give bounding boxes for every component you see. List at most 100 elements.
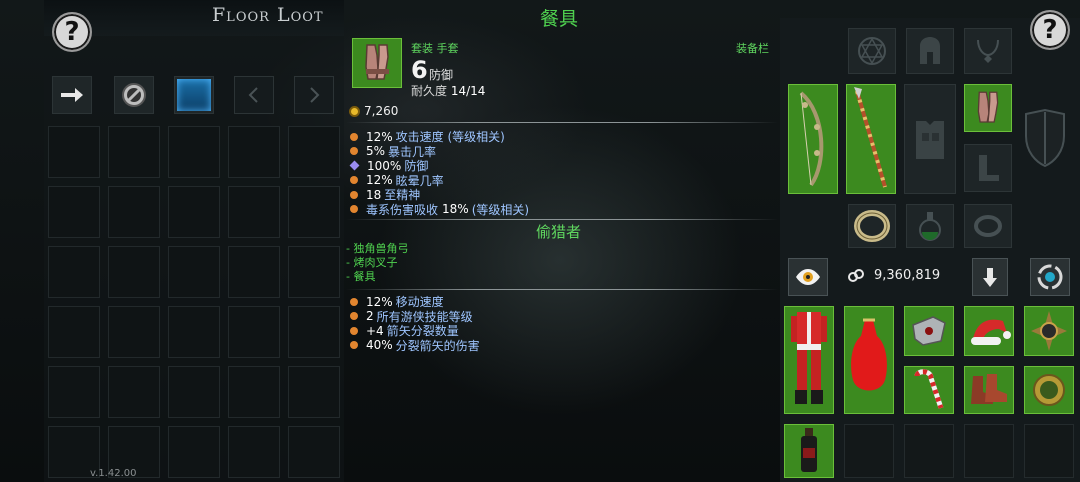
blue-gem-icon [177,79,211,111]
shield-slot-empty[interactable] [1022,108,1068,168]
gold-total-value: 9,360,819 [874,268,941,283]
page-next-button[interactable] [294,76,334,114]
loot-slot[interactable] [228,126,280,178]
arrow-right-icon [61,88,83,102]
transfer-arrow-button[interactable] [52,76,92,114]
bonus-text: 分裂箭矢的伤害 [395,338,480,353]
dot-bullet-icon [350,190,358,199]
loot-slot[interactable] [108,366,160,418]
gloves-icon [365,44,389,80]
helmet-slot-empty[interactable] [906,28,954,74]
item-name: 餐具 [540,8,579,30]
loot-slot[interactable] [228,366,280,418]
question-mark-icon: ? [1042,15,1058,45]
inventory-gold-ring[interactable] [1024,366,1074,414]
loot-slot[interactable] [48,246,100,298]
loot-slot[interactable] [168,426,220,478]
leather-boots-icon [971,374,1007,404]
gold-value: 7,260 [364,104,399,118]
loot-slot[interactable] [288,366,340,418]
filter-blue-button[interactable] [174,76,214,114]
boots-slot-empty[interactable] [964,144,1012,192]
dot-bullet-icon [350,147,358,155]
separator-line [346,219,778,220]
hexagram-icon [858,37,886,65]
bonus-value: 12% [366,294,393,309]
chest-armor-icon [916,121,944,159]
gold-rings-icon [848,268,864,283]
question-mark-icon: ? [64,17,80,47]
inventory-gauntlet[interactable] [904,306,954,356]
chevron-right-icon [310,87,320,103]
loot-slot[interactable] [168,366,220,418]
loot-slot[interactable] [108,186,160,238]
help-button-right[interactable]: ? [1030,10,1070,50]
stat-value: 100% [367,158,402,173]
version-label: v.1.42.00 [90,468,137,479]
gloves-slot[interactable] [964,84,1012,132]
loot-slot[interactable] [108,306,160,358]
gold-coin-icon [349,105,360,117]
loot-slot[interactable] [288,126,340,178]
loot-slot[interactable] [288,186,340,238]
loot-slot[interactable] [228,186,280,238]
page-prev-button[interactable] [234,76,274,114]
inventory-slot-empty[interactable] [964,424,1014,478]
block-icon [122,83,146,107]
inventory-santa-hat[interactable] [964,306,1014,356]
gauntlet-icon [912,316,946,346]
spit-spear-icon [854,87,887,188]
inventory-compass-amulet[interactable] [1024,306,1074,356]
necklace-slot-empty[interactable] [964,28,1012,74]
mainhand-slot-bow[interactable] [788,84,838,194]
loot-slot[interactable] [48,306,100,358]
inventory-boots[interactable] [964,366,1014,414]
salvage-block-button[interactable] [114,76,154,114]
amulet-slot-empty[interactable] [848,28,896,74]
offhand-slot-spear[interactable] [846,84,896,194]
inventory-santa-suit[interactable] [784,306,834,414]
helmet-icon [920,37,940,64]
defense-label: 防御 [429,68,454,82]
item-icon [352,38,402,88]
loot-slot[interactable] [168,246,220,298]
loot-slot[interactable] [48,366,100,418]
loot-slot[interactable] [288,306,340,358]
set-name: 偷猎者 [536,223,582,241]
swap-set-button[interactable] [1030,258,1070,296]
defense-value: 6 [411,56,428,84]
loot-slot[interactable] [288,246,340,298]
loot-slot[interactable] [108,246,160,298]
separator-line [346,122,778,123]
loot-slot[interactable] [108,126,160,178]
loot-slot[interactable] [48,126,100,178]
durability-label: 耐久度 [411,84,448,98]
dot-bullet-icon [350,326,358,335]
ring-slot-2-empty[interactable] [964,204,1012,248]
stat-text: (等级相关) [471,202,530,217]
armor-slot-empty[interactable] [904,84,956,194]
item-type: 套装 手套 [411,42,459,55]
loot-slot[interactable] [168,306,220,358]
inventory-candy-cane[interactable] [904,366,954,414]
loot-slot[interactable] [228,246,280,298]
drop-down-button[interactable] [972,258,1008,296]
inventory-potion-bottle[interactable] [784,424,834,478]
set-bonus-line: 40% 分裂箭矢的伤害 [350,337,480,354]
inventory-gift-sack[interactable] [844,306,894,414]
inventory-slot-empty[interactable] [1024,424,1074,478]
help-button-left[interactable]: ? [52,12,92,52]
inventory-slot-empty[interactable] [844,424,894,478]
loot-slot[interactable] [168,186,220,238]
inventory-slot-empty[interactable] [904,424,954,478]
gold-total: 9,360,819 [848,268,940,283]
potion-slot-empty[interactable] [906,204,954,248]
loot-slot[interactable] [228,426,280,478]
ring-slot-1[interactable] [848,204,896,248]
set-item: - 餐具 [346,270,376,283]
loot-slot[interactable] [168,126,220,178]
view-toggle-button[interactable] [788,258,828,296]
loot-slot[interactable] [288,426,340,478]
loot-slot[interactable] [228,306,280,358]
loot-slot[interactable] [48,186,100,238]
